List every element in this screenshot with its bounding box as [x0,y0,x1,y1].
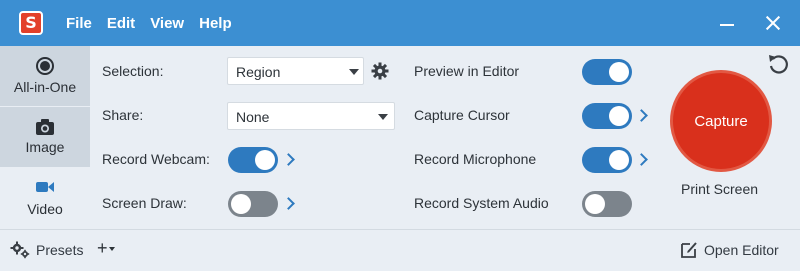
menu-edit[interactable]: Edit [107,15,135,32]
tab-image[interactable]: Image [0,107,90,167]
toggle-knob [585,194,605,214]
bottom-bar: Presets + Open Editor [0,229,800,271]
toggle-knob [255,150,275,170]
presets-button[interactable]: Presets [10,241,83,259]
gear-icon[interactable] [371,62,389,80]
capture-cursor-toggle[interactable] [582,103,632,129]
tab-all-in-one-label: All-in-One [13,79,77,95]
open-editor-label: Open Editor [704,242,779,258]
capture-button[interactable]: Capture [670,70,772,172]
presets-gears-icon [10,241,30,259]
add-preset-button[interactable]: + [97,238,115,259]
screen-draw-options-chevron-icon[interactable] [282,197,295,210]
menu-help[interactable]: Help [199,15,232,32]
selection-dropdown[interactable]: Region [227,57,364,85]
reset-icon[interactable] [767,53,791,75]
tab-video-label: Video [27,201,63,217]
tab-video[interactable]: Video [0,168,90,229]
share-label: Share: [102,107,144,123]
menu-bar: File Edit View Help [66,0,247,46]
record-webcam-toggle[interactable] [228,147,278,173]
capture-hotkey-label: Print Screen [681,181,759,197]
share-dropdown[interactable]: None [227,102,395,130]
toggle-knob [609,150,629,170]
record-microphone-label: Record Microphone [414,151,537,167]
chevron-down-icon [108,247,115,252]
selection-value: Region [236,64,281,80]
capture-cursor-label: Capture Cursor [414,107,510,123]
video-camera-icon [36,182,54,192]
toggle-knob [231,194,251,214]
minimize-icon[interactable] [717,12,739,34]
cursor-options-chevron-icon[interactable] [635,109,648,122]
tab-image-label: Image [25,139,65,155]
menu-view[interactable]: View [150,15,184,32]
plus-icon: + [97,238,108,258]
capture-button-label: Capture [694,112,748,130]
share-value: None [236,109,270,125]
preview-in-editor-label: Preview in Editor [414,63,520,79]
capture-mode-tabs: All-in-One Image Video [0,46,90,229]
preview-in-editor-toggle[interactable] [582,59,632,85]
presets-label: Presets [36,242,84,258]
chevron-down-icon [349,69,359,75]
camera-icon [36,119,54,135]
selection-label: Selection: [102,63,164,79]
toggle-knob [609,106,629,126]
snagit-logo-icon: S [19,11,43,35]
all-in-one-icon [36,57,54,75]
screen-draw-label: Screen Draw: [102,195,187,211]
microphone-options-chevron-icon[interactable] [635,153,648,166]
record-webcam-label: Record Webcam: [102,151,210,167]
close-icon[interactable] [763,12,785,34]
record-microphone-toggle[interactable] [582,147,632,173]
open-editor-icon [681,242,697,258]
menu-file[interactable]: File [66,15,92,32]
title-bar: S File Edit View Help [0,0,800,46]
screen-draw-toggle[interactable] [228,191,278,217]
toggle-knob [609,62,629,82]
webcam-options-chevron-icon[interactable] [282,153,295,166]
chevron-down-icon [378,114,388,120]
open-editor-button[interactable]: Open Editor [680,241,779,259]
record-system-audio-toggle[interactable] [582,191,632,217]
tab-all-in-one[interactable]: All-in-One [0,46,90,106]
record-system-audio-label: Record System Audio [414,195,549,211]
